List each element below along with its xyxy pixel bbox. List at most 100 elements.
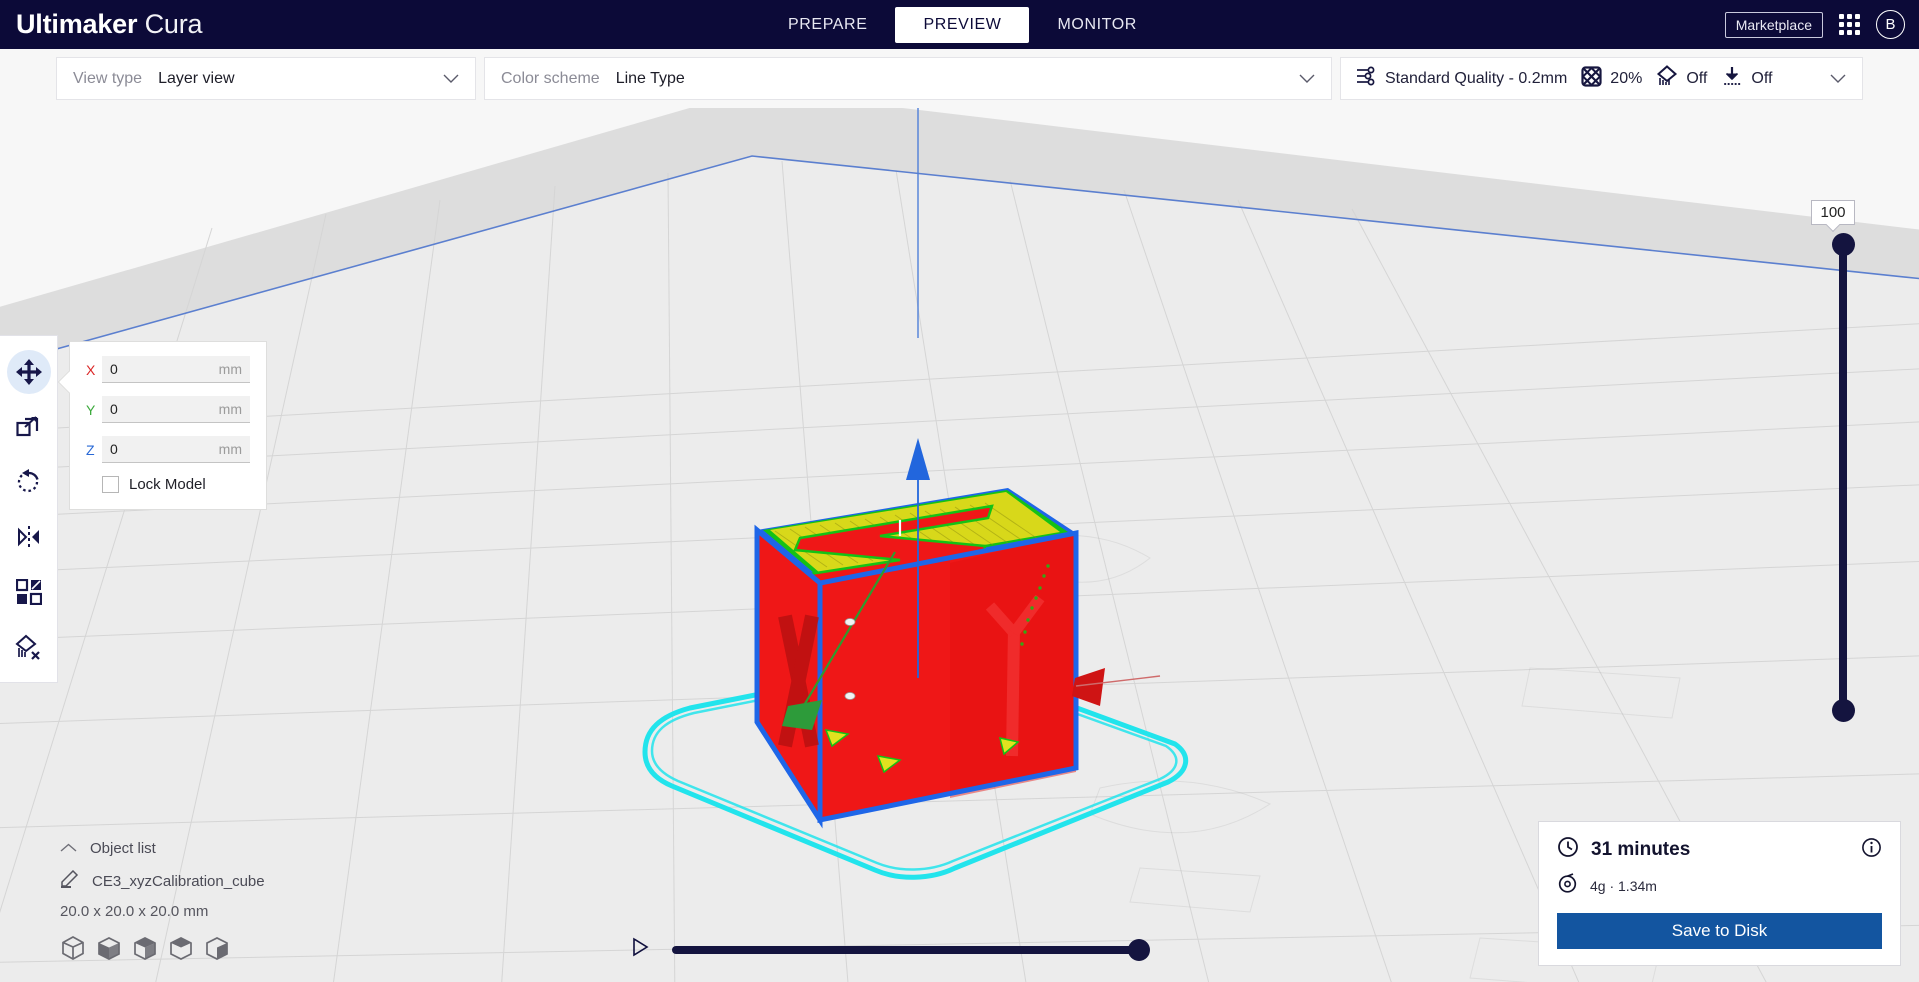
object-name: CE3_xyzCalibration_cube xyxy=(92,873,265,890)
color-scheme-dropdown[interactable]: Color scheme Line Type xyxy=(484,57,1332,100)
view-type-dropdown[interactable]: View type Layer view xyxy=(56,57,476,100)
move-tool[interactable] xyxy=(6,344,52,399)
view-type-value: Layer view xyxy=(158,69,235,87)
object-list-panel: Object list CE3_xyzCalibration_cube 20.0… xyxy=(60,840,390,966)
info-icon[interactable] xyxy=(1861,837,1882,863)
layer-slider-handle-bottom[interactable] xyxy=(1832,699,1855,722)
position-input-z[interactable]: 0 mm xyxy=(102,436,250,463)
left-tool-strip xyxy=(0,335,58,683)
rotate-icon xyxy=(7,460,51,504)
tab-monitor[interactable]: MONITOR xyxy=(1029,7,1164,43)
adhesion-value: Off xyxy=(1751,69,1773,87)
infill-grid-icon xyxy=(1581,65,1602,92)
adhesion-setting[interactable]: Off xyxy=(1721,65,1772,92)
infill-value: 20% xyxy=(1610,69,1643,87)
avatar[interactable]: B xyxy=(1876,10,1905,39)
support-blocker-icon xyxy=(7,625,51,669)
infill-setting[interactable]: 20% xyxy=(1581,65,1643,92)
print-info-card: 31 minutes 4g · 1.34m Save to Disk xyxy=(1538,821,1901,966)
object-dimensions: 20.0 x 20.0 x 20.0 mm xyxy=(60,903,209,920)
tab-preview[interactable]: PREVIEW xyxy=(895,6,1030,43)
object-list-title: Object list xyxy=(90,840,156,857)
position-input-x[interactable]: 0 mm xyxy=(102,356,250,383)
simulation-slider-track[interactable] xyxy=(672,938,1150,961)
object-list-header[interactable]: Object list xyxy=(60,840,390,857)
adhesion-icon xyxy=(1721,65,1743,92)
grid-apps-icon[interactable] xyxy=(1839,14,1860,35)
layer-slider-track[interactable] xyxy=(1839,240,1847,712)
camera-view-buttons xyxy=(60,935,390,966)
color-scheme-label: Color scheme xyxy=(501,69,600,87)
mirror-icon xyxy=(7,515,51,559)
position-panel: X 0 mm Y 0 mm Z 0 mm Lock Model xyxy=(57,341,267,510)
support-setting[interactable]: Off xyxy=(1656,65,1707,92)
simulation-slider-handle[interactable] xyxy=(1128,938,1150,961)
chevron-down-icon[interactable] xyxy=(1830,74,1846,84)
position-unit-z: mm xyxy=(218,441,242,457)
view-left-icon[interactable] xyxy=(168,935,194,966)
position-row-y: Y 0 mm xyxy=(86,396,250,423)
sliders-icon xyxy=(1355,66,1377,91)
position-unit-x: mm xyxy=(218,361,242,377)
profile-value: Standard Quality - 0.2mm xyxy=(1385,69,1568,87)
scale-icon xyxy=(7,405,51,449)
print-time: 31 minutes xyxy=(1591,838,1691,860)
material-usage: 4g · 1.34m xyxy=(1590,878,1657,894)
support-value: Off xyxy=(1686,69,1708,87)
view-right-icon[interactable] xyxy=(204,935,230,966)
title-bar: Ultimaker Cura PREPARE PREVIEW MONITOR M… xyxy=(0,0,1919,49)
marketplace-button[interactable]: Marketplace xyxy=(1724,11,1823,38)
spool-icon xyxy=(1557,873,1578,899)
mirror-tool[interactable] xyxy=(6,509,52,564)
print-time-row: 31 minutes xyxy=(1557,836,1882,863)
per-model-settings-icon xyxy=(7,570,51,614)
color-scheme-value: Line Type xyxy=(615,69,685,87)
brand-bold: Ultimaker xyxy=(16,9,138,39)
main-tabs: PREPARE PREVIEW MONITOR xyxy=(760,0,1165,49)
view-front-icon[interactable] xyxy=(96,935,122,966)
title-bar-right: Marketplace B xyxy=(1724,0,1905,49)
per-model-settings-tool[interactable] xyxy=(6,564,52,619)
tab-prepare[interactable]: PREPARE xyxy=(760,7,895,43)
material-row: 4g · 1.34m xyxy=(1557,873,1882,899)
view-3d-icon[interactable] xyxy=(60,935,86,966)
axis-label-x: X xyxy=(86,361,96,378)
chevron-up-icon xyxy=(60,842,77,855)
axis-label-z: Z xyxy=(86,441,95,458)
lock-model-row: Lock Model xyxy=(102,476,250,493)
chevron-down-icon xyxy=(443,74,459,84)
settings-toolbar: View type Layer view Color scheme Line T… xyxy=(0,49,1919,108)
lock-model-label: Lock Model xyxy=(129,476,206,493)
edit-pencil-icon xyxy=(60,869,79,893)
view-type-label: View type xyxy=(73,69,143,87)
profile-setting[interactable]: Standard Quality - 0.2mm xyxy=(1355,66,1567,91)
layer-slider: 100 xyxy=(1811,130,1874,730)
view-top-icon[interactable] xyxy=(132,935,158,966)
app-logo: Ultimaker Cura xyxy=(16,9,203,40)
scale-tool[interactable] xyxy=(6,399,52,454)
position-row-z: Z 0 mm xyxy=(86,436,250,463)
axis-label-y: Y xyxy=(86,401,96,418)
list-item[interactable]: CE3_xyzCalibration_cube xyxy=(60,869,390,893)
position-value-x: 0 xyxy=(110,361,118,377)
simulation-slider xyxy=(630,937,1150,962)
print-settings-panel[interactable]: Standard Quality - 0.2mm 20% Off Off xyxy=(1340,57,1863,100)
move-icon xyxy=(6,349,51,394)
position-unit-y: mm xyxy=(218,401,242,417)
cura-window: Ultimaker Cura PREPARE PREVIEW MONITOR M… xyxy=(0,0,1919,982)
support-icon xyxy=(1656,65,1678,92)
layer-slider-handle-top[interactable] xyxy=(1832,233,1855,256)
rotate-tool[interactable] xyxy=(6,454,52,509)
clock-icon xyxy=(1557,836,1579,863)
lock-model-checkbox[interactable] xyxy=(102,476,119,493)
position-row-x: X 0 mm xyxy=(86,356,250,383)
support-blocker-tool[interactable] xyxy=(6,619,52,674)
brand-light: Cura xyxy=(144,9,203,39)
position-value-y: 0 xyxy=(110,401,118,417)
position-input-y[interactable]: 0 mm xyxy=(102,396,250,423)
chevron-down-icon xyxy=(1299,74,1315,84)
layer-value-input[interactable]: 100 xyxy=(1811,200,1855,225)
position-value-z: 0 xyxy=(110,441,118,457)
play-icon[interactable] xyxy=(630,937,650,962)
save-to-disk-button[interactable]: Save to Disk xyxy=(1557,913,1882,949)
